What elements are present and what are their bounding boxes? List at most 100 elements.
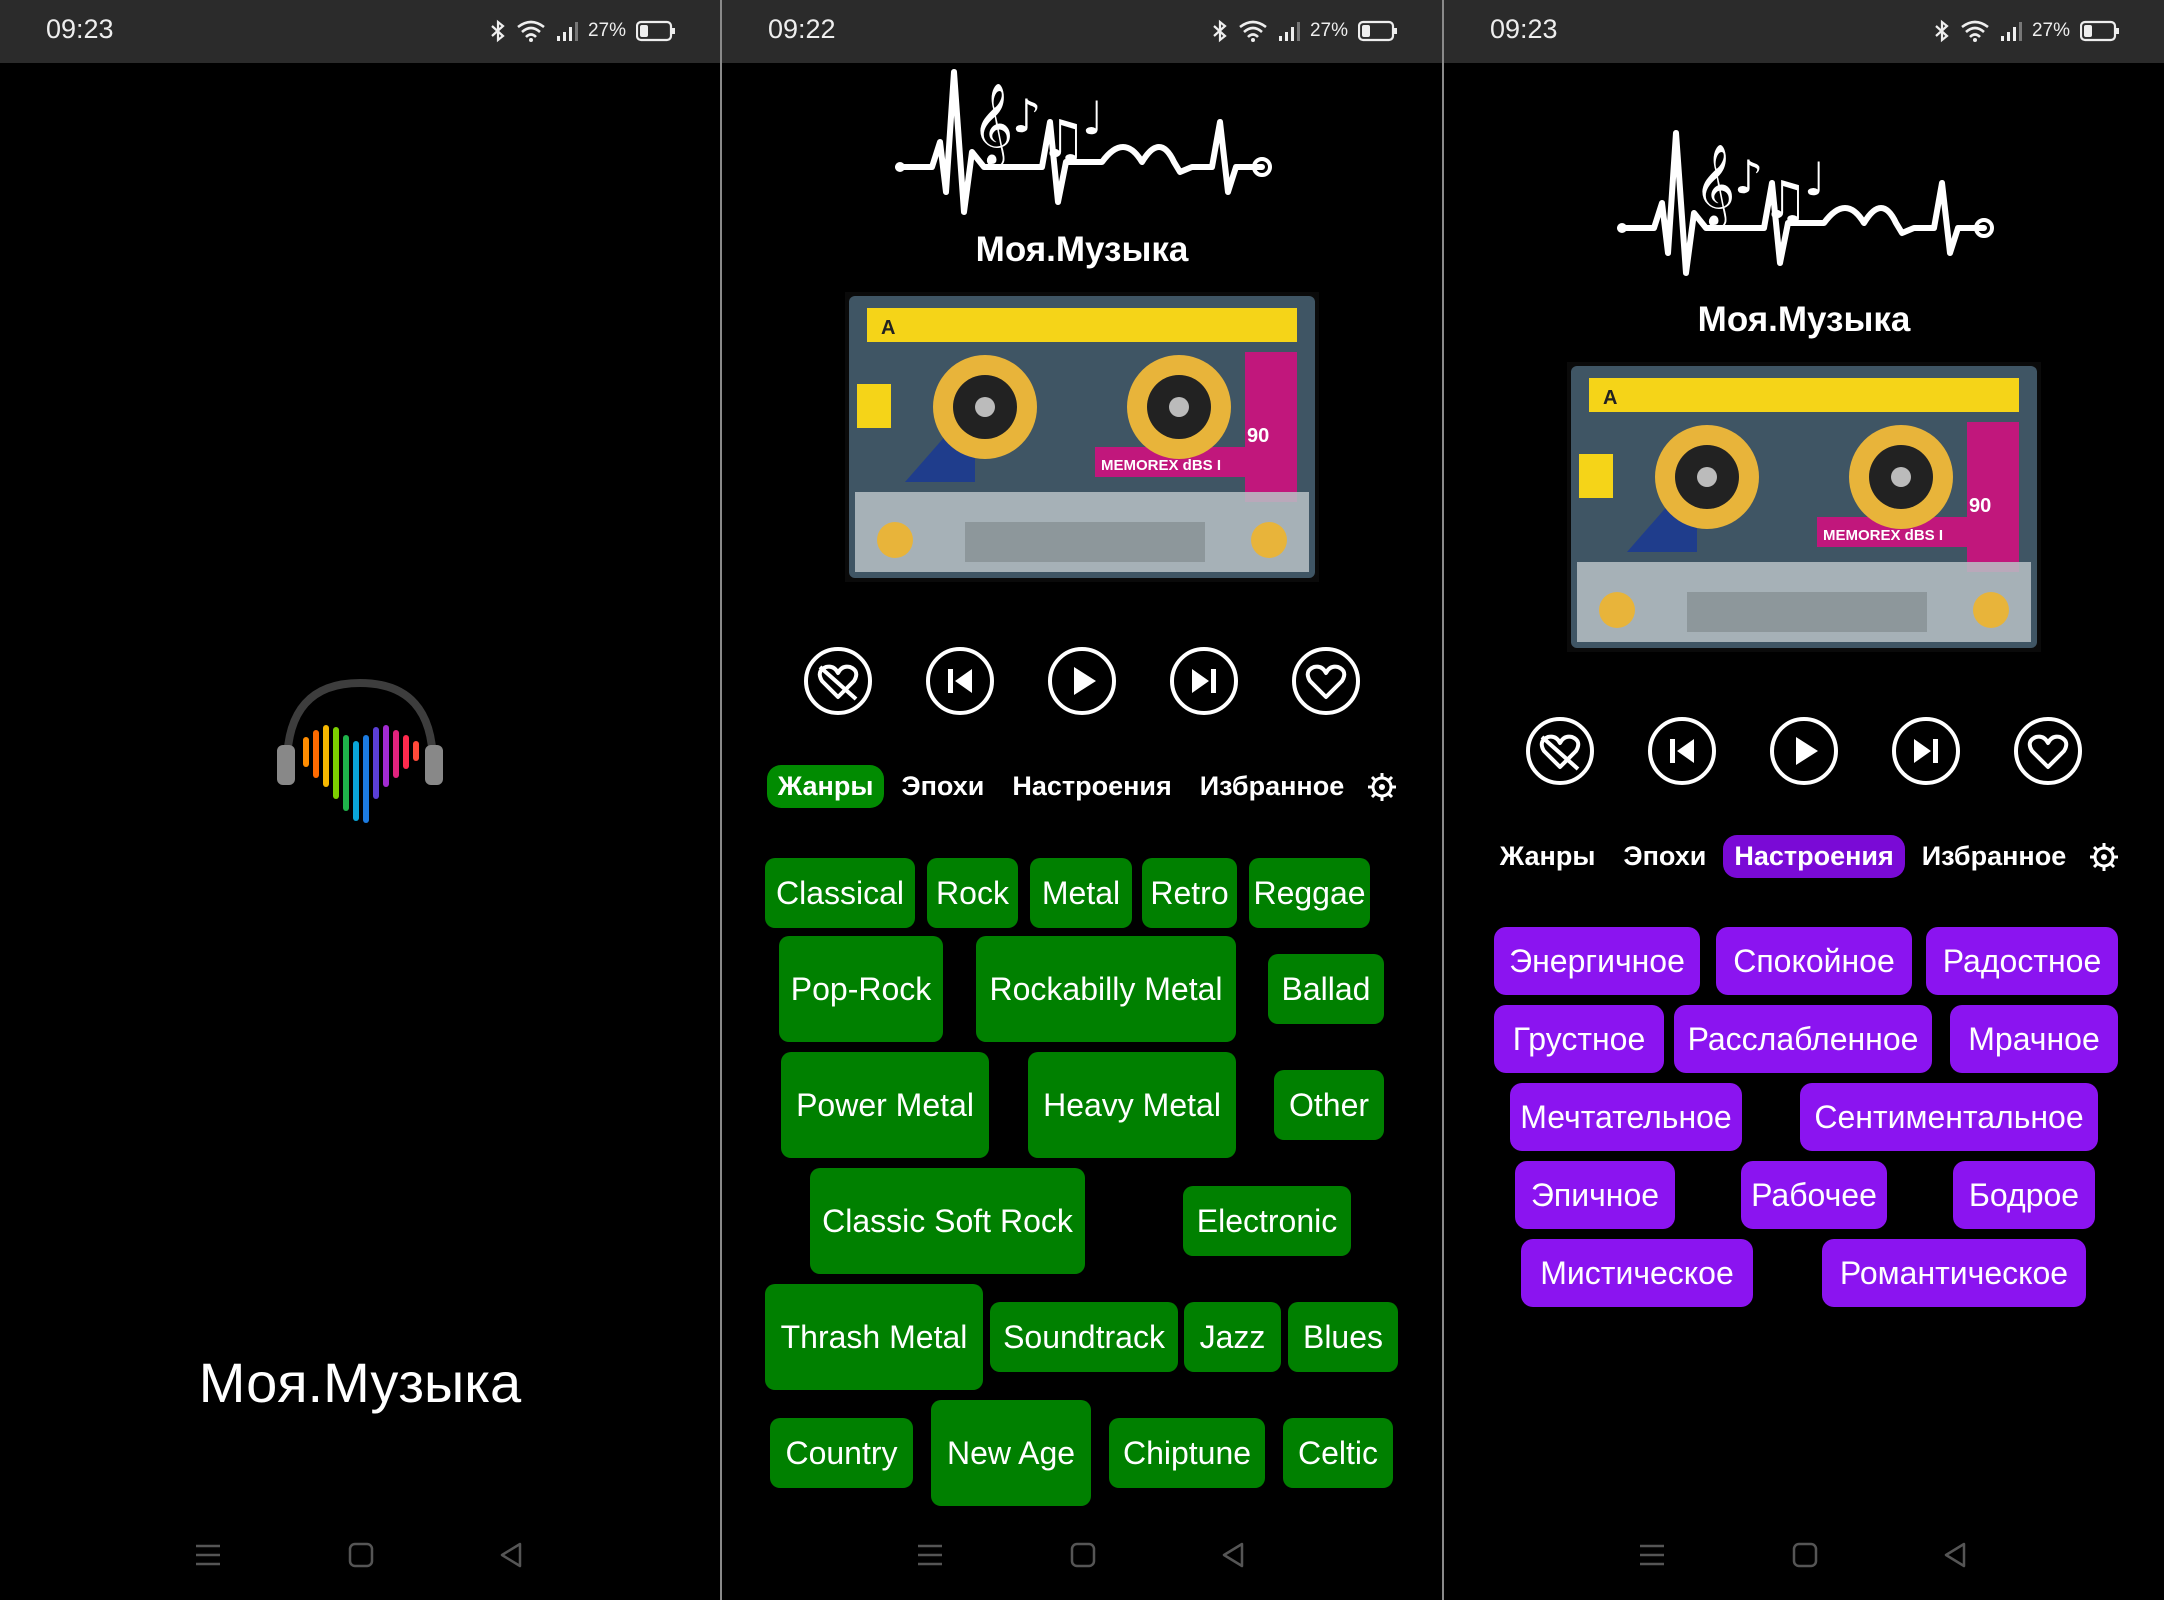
home-nav-icon[interactable] bbox=[344, 1540, 376, 1570]
genres-screen: 09:22 27% 𝄞 ♪ ♫ ♩ Моя.Музыка A 90 MEMORE… bbox=[722, 0, 1442, 1600]
mood-chip[interactable]: Мрачное bbox=[1950, 1005, 2118, 1073]
cassette-image: A 90 MEMOREX dBS I bbox=[1567, 362, 2041, 652]
menu-nav-icon[interactable] bbox=[192, 1540, 224, 1570]
svg-text:♫: ♫ bbox=[1762, 171, 1809, 231]
signal-icon bbox=[556, 22, 578, 41]
signal-icon bbox=[1278, 22, 1300, 41]
splash-app-title: Моя.Музыка bbox=[198, 1351, 522, 1414]
app-title: Моя.Музыка bbox=[1697, 300, 1911, 339]
home-nav-icon[interactable] bbox=[1788, 1540, 1820, 1570]
like-button[interactable] bbox=[2012, 715, 2084, 787]
mood-chip[interactable]: Радостное bbox=[1926, 927, 2118, 995]
svg-text:𝄞: 𝄞 bbox=[972, 82, 1013, 167]
cassette-brand-label: MEMOREX dBS I bbox=[1823, 527, 1943, 544]
genre-chip[interactable]: Chiptune bbox=[1109, 1418, 1265, 1488]
tab-genres[interactable]: Жанры bbox=[766, 765, 885, 808]
play-button[interactable] bbox=[1046, 645, 1118, 717]
mood-chip[interactable]: Грустное bbox=[1494, 1005, 1664, 1073]
mood-chip[interactable]: Мистическое bbox=[1521, 1239, 1753, 1307]
signal-icon bbox=[2000, 22, 2022, 41]
back-nav-icon[interactable] bbox=[1940, 1540, 1972, 1570]
next-button[interactable] bbox=[1168, 645, 1240, 717]
status-icons: 27% bbox=[1934, 16, 2120, 46]
genre-chip[interactable]: New Age bbox=[931, 1400, 1091, 1506]
home-nav-icon[interactable] bbox=[1066, 1540, 1098, 1570]
mood-chip[interactable]: Мечтательное bbox=[1510, 1083, 1742, 1151]
status-bar: 09:23 27% bbox=[1444, 0, 2164, 63]
genre-chip[interactable]: Heavy Metal bbox=[1028, 1052, 1236, 1158]
menu-nav-icon[interactable] bbox=[1636, 1540, 1668, 1570]
mood-chip[interactable]: Расслабленное bbox=[1674, 1005, 1932, 1073]
status-icons: 27% bbox=[1212, 16, 1398, 46]
settings-gear-icon[interactable] bbox=[1367, 772, 1397, 802]
tab-favorites[interactable]: Избранное bbox=[1911, 835, 2077, 878]
mood-chip[interactable]: Рабочее bbox=[1741, 1161, 1887, 1229]
wifi-icon bbox=[1961, 20, 1989, 42]
back-nav-icon[interactable] bbox=[1218, 1540, 1250, 1570]
play-button[interactable] bbox=[1768, 715, 1840, 787]
tab-genres[interactable]: Жанры bbox=[1489, 835, 1607, 878]
status-time: 09:23 bbox=[1490, 14, 1558, 44]
mood-chip[interactable]: Эпичное bbox=[1515, 1161, 1675, 1229]
bluetooth-icon bbox=[491, 19, 505, 43]
status-time: 09:23 bbox=[46, 14, 114, 44]
previous-button[interactable] bbox=[924, 645, 996, 717]
genre-chip[interactable]: Reggae bbox=[1249, 858, 1370, 928]
genre-chip[interactable]: Thrash Metal bbox=[765, 1284, 983, 1390]
svg-text:♩: ♩ bbox=[1082, 91, 1104, 145]
category-tabs: Жанры Эпохи Настроения Избранное bbox=[722, 765, 1442, 808]
svg-text:♩: ♩ bbox=[1804, 152, 1826, 206]
mood-chip[interactable]: Спокойное bbox=[1716, 927, 1912, 995]
genre-chip[interactable]: Other bbox=[1274, 1070, 1384, 1140]
genre-chip[interactable]: Rock bbox=[927, 858, 1018, 928]
mood-chip[interactable]: Романтическое bbox=[1822, 1239, 2086, 1307]
next-button[interactable] bbox=[1890, 715, 1962, 787]
genre-chip[interactable]: Classical bbox=[765, 858, 915, 928]
tab-moods[interactable]: Настроения bbox=[1723, 835, 1905, 878]
genre-chip[interactable]: Jazz bbox=[1184, 1302, 1281, 1372]
battery-icon bbox=[2080, 20, 2119, 42]
genre-chip[interactable]: Retro bbox=[1142, 858, 1237, 928]
genre-chip[interactable]: Celtic bbox=[1283, 1418, 1393, 1488]
genre-chip[interactable]: Electronic bbox=[1183, 1186, 1351, 1256]
mood-chip[interactable]: Сентиментальное bbox=[1800, 1083, 2098, 1151]
cassette-side-label: A bbox=[1603, 387, 1617, 409]
battery-percent: 27% bbox=[2031, 20, 2070, 41]
category-tabs: Жанры Эпохи Настроения Избранное bbox=[1444, 835, 2164, 878]
back-nav-icon[interactable] bbox=[496, 1540, 528, 1570]
mood-chip[interactable]: Бодрое bbox=[1953, 1161, 2095, 1229]
status-bar: 09:22 27% bbox=[722, 0, 1442, 63]
cassette-length-label: 90 bbox=[1969, 495, 1991, 517]
genre-chip[interactable]: Blues bbox=[1288, 1302, 1398, 1372]
headphones-heart-logo-icon bbox=[277, 678, 443, 823]
menu-nav-icon[interactable] bbox=[914, 1540, 946, 1570]
status-time: 09:22 bbox=[768, 14, 836, 44]
heartbeat-music-logo-icon: 𝄞 ♪ ♫ ♩ bbox=[1617, 130, 1994, 276]
genre-chip[interactable]: Country bbox=[770, 1418, 913, 1488]
like-button[interactable] bbox=[1290, 645, 1362, 717]
tab-eras[interactable]: Эпохи bbox=[890, 765, 995, 808]
genre-chip[interactable]: Power Metal bbox=[781, 1052, 989, 1158]
genre-chip[interactable]: Classic Soft Rock bbox=[810, 1168, 1085, 1274]
heartbeat-music-logo-icon: 𝄞 ♪ ♫ ♩ bbox=[895, 69, 1272, 215]
status-bar: 09:23 27% bbox=[0, 0, 720, 63]
tab-eras[interactable]: Эпохи bbox=[1612, 835, 1717, 878]
dislike-button[interactable] bbox=[802, 645, 874, 717]
genre-chip[interactable]: Metal bbox=[1030, 858, 1132, 928]
genre-chip[interactable]: Ballad bbox=[1268, 954, 1384, 1024]
previous-button[interactable] bbox=[1646, 715, 1718, 787]
settings-gear-icon[interactable] bbox=[2089, 842, 2119, 872]
splash-screen: 09:23 27% Моя.Музыка bbox=[0, 0, 720, 1600]
genre-chip[interactable]: Rockabilly Metal bbox=[976, 936, 1236, 1042]
mood-chip[interactable]: Энергичное bbox=[1494, 927, 1700, 995]
moods-screen: 09:23 27% 𝄞 ♪ ♫ ♩ Моя.Музыка A 90 MEMORE… bbox=[1444, 0, 2164, 1600]
cassette-length-label: 90 bbox=[1247, 425, 1269, 447]
genre-chip[interactable]: Soundtrack bbox=[990, 1302, 1178, 1372]
genre-chip[interactable]: Pop-Rock bbox=[779, 936, 943, 1042]
dislike-button[interactable] bbox=[1524, 715, 1596, 787]
battery-percent: 27% bbox=[587, 20, 626, 41]
cassette-brand-label: MEMOREX dBS I bbox=[1101, 457, 1221, 474]
player-controls bbox=[722, 645, 1442, 717]
tab-favorites[interactable]: Избранное bbox=[1189, 765, 1355, 808]
tab-moods[interactable]: Настроения bbox=[1001, 765, 1182, 808]
